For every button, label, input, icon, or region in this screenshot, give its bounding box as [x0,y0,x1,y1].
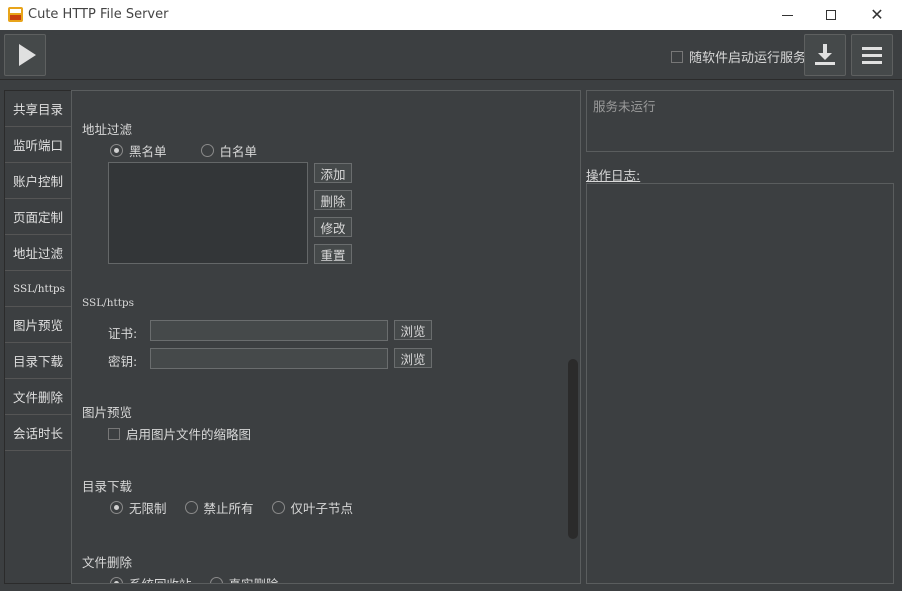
nav-item-session-duration[interactable]: 会话时长 [5,415,71,451]
autostart-checkbox-box[interactable] [671,50,683,63]
whitelist-radio[interactable] [200,144,214,157]
section-title-ssl: SSL/https [82,297,135,309]
file-delete-radio-group: 系统回收站 真实删除 [110,574,279,583]
unlimited-radio[interactable] [110,501,123,514]
edit-address-button[interactable]: 修改 [314,217,352,237]
leaf-only-label: 仅叶子节点 [290,501,354,516]
settings-scrollbar[interactable] [568,359,578,539]
minimize-button[interactable] [764,0,810,30]
blacklist-radio[interactable] [110,144,123,157]
recycle-bin-radio[interactable] [110,577,123,583]
log-label: 操作日志: [586,168,641,183]
maximize-button[interactable] [808,0,854,30]
maximize-icon [826,10,836,20]
nav-item-shared-dirs[interactable]: 共享目录 [5,91,71,127]
section-title-dir-download: 目录下载 [82,479,133,494]
nav-item-image-preview[interactable]: 图片预览 [5,307,71,343]
thumbnail-checkbox-box[interactable] [108,427,120,440]
nav-item-page-custom[interactable]: 页面定制 [5,199,71,235]
section-title-image-preview: 图片预览 [82,405,133,420]
dir-download-radio-group: 无限制 禁止所有 仅叶子节点 [110,498,353,517]
thumbnail-checkbox[interactable]: 启用图片文件的缩略图 [108,424,251,443]
filter-mode-radio-group: 黑名单 白名单 [110,141,257,160]
section-title-file-delete: 文件删除 [82,555,133,570]
close-button[interactable]: ✕ [854,0,900,30]
app-logo-icon [8,7,23,22]
real-delete-radio[interactable] [209,577,223,583]
cert-path-input[interactable] [150,320,388,341]
play-icon [18,44,36,66]
leaf-only-radio[interactable] [271,501,285,514]
forbid-all-label: 禁止所有 [203,501,254,516]
close-icon: ✕ [870,5,884,24]
reset-address-button[interactable]: 重置 [314,244,352,264]
download-button[interactable] [804,34,846,76]
settings-nav: 共享目录 监听端口 账户控制 页面定制 地址过滤 SSL/https 图片预览 … [4,90,72,584]
menu-button[interactable] [851,34,893,76]
download-icon [815,44,835,66]
address-list[interactable] [108,162,308,264]
server-status: 服务未运行 [586,90,894,152]
browse-cert-button[interactable]: 浏览 [394,320,432,340]
nav-item-listen-port[interactable]: 监听端口 [5,127,71,163]
cert-label: 证书: [108,326,138,341]
key-path-input[interactable] [150,348,388,369]
real-delete-label: 真实删除 [229,574,279,583]
browse-key-button[interactable]: 浏览 [394,348,432,368]
toolbar: 随软件启动运行服务 [0,30,902,80]
key-label: 密钥: [108,354,138,369]
section-title-address-filter: 地址过滤 [82,122,133,137]
autostart-checkbox[interactable]: 随软件启动运行服务 [671,47,806,66]
operation-log[interactable] [586,183,894,584]
blacklist-label: 黑名单 [129,144,167,159]
start-server-button[interactable] [4,34,46,76]
unlimited-label: 无限制 [129,501,167,516]
whitelist-label: 白名单 [219,144,258,159]
forbid-all-radio[interactable] [184,501,198,514]
delete-address-button[interactable]: 删除 [314,190,352,210]
title-bar: Cute HTTP File Server ✕ [0,0,902,30]
window-title: Cute HTTP File Server [28,7,169,22]
nav-item-account-control[interactable]: 账户控制 [5,163,71,199]
thumbnail-label: 启用图片文件的缩略图 [126,427,252,442]
hamburger-menu-icon [862,43,882,68]
add-address-button[interactable]: 添加 [314,163,352,183]
minimize-icon [781,14,793,16]
nav-item-dir-download[interactable]: 目录下载 [5,343,71,379]
nav-item-ssl[interactable]: SSL/https [5,271,71,307]
nav-item-file-delete[interactable]: 文件删除 [5,379,71,415]
autostart-label: 随软件启动运行服务 [689,51,807,66]
nav-item-address-filter[interactable]: 地址过滤 [5,235,71,271]
recycle-bin-label: 系统回收站 [129,574,192,583]
settings-panel: 地址过滤 黑名单 白名单 添加 删除 修改 重置 SSL/https 证书: 浏… [71,90,581,584]
